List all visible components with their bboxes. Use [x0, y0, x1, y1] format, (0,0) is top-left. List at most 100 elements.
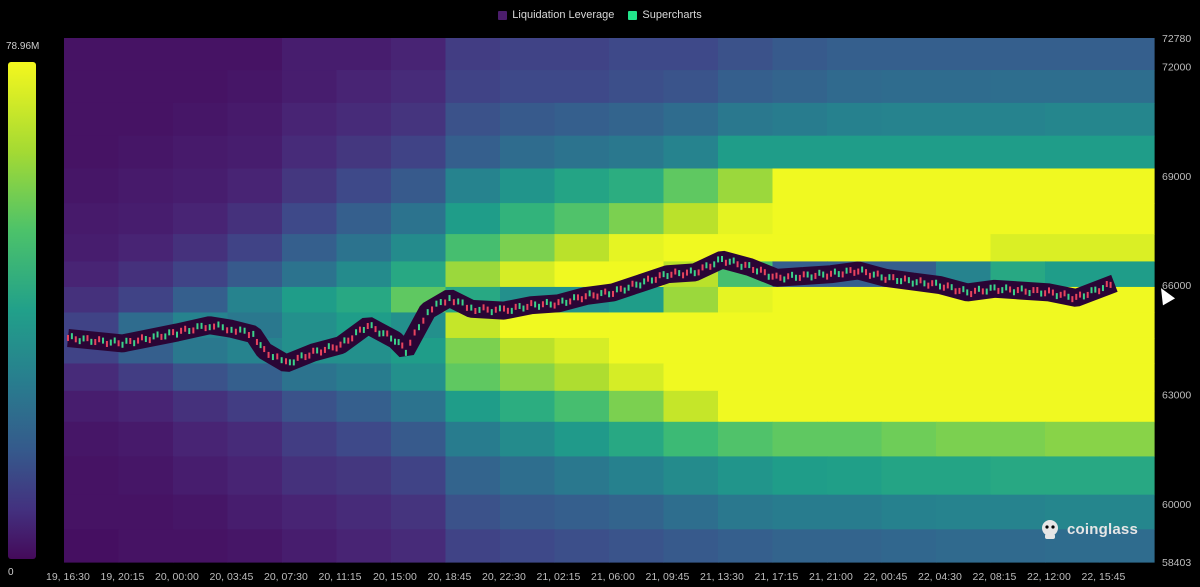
price-candle: [259, 342, 262, 349]
heatmap-cell: [990, 390, 1046, 423]
heatmap-cell: [336, 529, 392, 563]
heatmap-cell: [64, 363, 120, 392]
price-candle: [397, 339, 400, 346]
price-candle: [180, 327, 183, 334]
heatmap-cell: [990, 203, 1046, 235]
heatmap-cell: [282, 286, 338, 314]
price-candle: [1040, 290, 1043, 297]
heatmap-cell: [391, 261, 447, 288]
heatmap-cell: [936, 337, 992, 365]
heatmap-cell: [336, 363, 392, 392]
price-candle: [872, 271, 875, 278]
liquidation-heatmap-chart[interactable]: 19, 16:30 19, 20:15 20, 00:00 20, 03:45 20, …: [0, 0, 1200, 587]
heatmap-cell: [827, 456, 883, 496]
heatmap-cell: [391, 135, 447, 170]
heatmap-cell: [772, 203, 828, 235]
price-candle: [1028, 290, 1031, 297]
heatmap-cell: [554, 337, 610, 365]
price-candle: [791, 271, 794, 278]
heatmap-cell: [282, 234, 338, 263]
price-candle: [1055, 293, 1058, 300]
price-candle: [977, 285, 980, 292]
price-candle: [853, 269, 856, 276]
heatmap-cell: [336, 102, 392, 137]
price-candle: [654, 276, 657, 283]
price-candle: [787, 273, 790, 280]
price-candle: [312, 347, 315, 354]
price-candle: [588, 290, 591, 297]
price-candle: [623, 287, 626, 294]
price-candle: [374, 326, 377, 333]
heatmap-cell: [827, 234, 883, 263]
heatmap-cell: [173, 261, 229, 288]
price-candle: [802, 271, 805, 278]
heatmap-cell: [772, 70, 828, 104]
heatmap-cell: [554, 261, 610, 288]
heatmap-cell: [227, 363, 283, 392]
price-candle: [347, 337, 350, 344]
price-candle: [148, 337, 151, 344]
heatmap-cell: [936, 135, 992, 170]
price-candle: [482, 304, 485, 311]
heatmap-cell: [554, 70, 610, 104]
heatmap-cell: [64, 261, 120, 288]
heatmap-cell: [282, 38, 338, 71]
price-candle: [962, 286, 965, 293]
x-tick-label: 22, 00:45: [864, 571, 908, 583]
price-candle: [276, 353, 279, 360]
heatmap-cell: [282, 261, 338, 288]
heatmap-cell: [1099, 456, 1155, 496]
heatmap-cell: [500, 390, 556, 423]
heatmap-cell: [609, 363, 665, 392]
heatmap-cell: [336, 234, 392, 263]
price-candle: [713, 261, 716, 268]
heatmap-cell: [990, 421, 1046, 458]
price-candle: [86, 335, 89, 342]
price-candle: [90, 338, 93, 345]
heatmap-cell: [391, 456, 447, 496]
heatmap-cell: [227, 456, 283, 496]
price-candle: [767, 273, 770, 280]
price-candle: [503, 305, 505, 312]
heatmap-cell: [554, 203, 610, 235]
price-candle: [1067, 293, 1070, 300]
heatmap-cell: [554, 456, 610, 496]
y-tick-label: 72780: [1162, 33, 1191, 45]
heatmap-cell: [227, 70, 283, 104]
heatmap-cell: [445, 421, 501, 458]
price-candle: [409, 339, 412, 346]
heatmap-cell: [227, 286, 283, 314]
heatmap-cell: [336, 494, 392, 530]
price-candle: [1048, 287, 1050, 294]
heatmap-cell: [663, 456, 719, 496]
price-candle: [308, 352, 311, 359]
price-candle: [783, 276, 786, 283]
heatmap-cell: [64, 421, 120, 458]
heatmap-cell: [718, 312, 774, 339]
heatmap-cell: [64, 70, 120, 104]
heatmap-cell: [936, 102, 992, 137]
price-candle: [439, 299, 442, 306]
heatmap-cell: [936, 312, 992, 339]
heatmap-cell: [1045, 38, 1101, 71]
price-candle: [1005, 284, 1008, 291]
price-candle: [841, 271, 844, 278]
heatmap-cell: [609, 529, 665, 563]
price-candle: [422, 317, 425, 324]
price-candle: [1101, 285, 1104, 292]
price-candle: [674, 268, 677, 275]
price-candle: [596, 293, 599, 300]
heatmap-cell: [936, 529, 992, 563]
heatmap-cell: [500, 168, 556, 204]
price-candle: [927, 282, 930, 289]
price-candle: [822, 271, 825, 278]
price-candle: [358, 326, 361, 333]
price-candle: [129, 337, 132, 344]
heatmap-cell: [554, 421, 610, 458]
price-candle: [1012, 289, 1015, 296]
heatmap-cell: [990, 135, 1046, 170]
price-candle: [779, 274, 782, 281]
heatmap-cell: [500, 234, 556, 263]
heatmap-cell: [1045, 456, 1101, 496]
coinglass-watermark: coinglass: [1039, 518, 1138, 540]
